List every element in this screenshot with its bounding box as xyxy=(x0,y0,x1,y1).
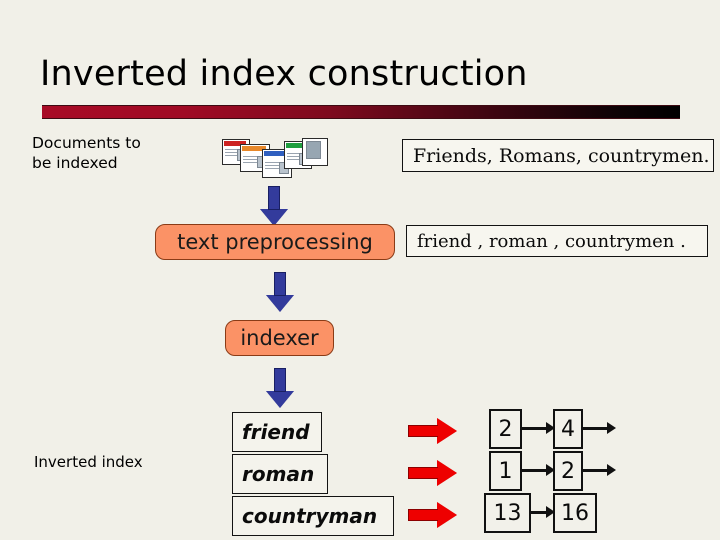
document-thumb xyxy=(306,141,321,159)
flow-arrow-to-index xyxy=(266,368,294,408)
documents-label: Documents to be indexed xyxy=(32,134,141,172)
posting-box[interactable]: 13 xyxy=(484,493,531,533)
stage-indexer[interactable]: indexer xyxy=(225,320,334,356)
inverted-index-label: Inverted index xyxy=(34,453,143,471)
flow-arrow-to-indexer xyxy=(266,272,294,312)
posting-link xyxy=(522,427,548,430)
tokenized-text-box: friend , roman , countrymen . xyxy=(406,225,708,257)
document-band xyxy=(264,151,286,156)
stage-text-preprocessing[interactable]: text preprocessing xyxy=(155,224,395,260)
document-band xyxy=(286,143,303,148)
dictionary-term-box[interactable]: roman xyxy=(232,454,328,494)
slide-canvas: Inverted index construction Documents to… xyxy=(0,0,720,540)
posting-tail-head-icon xyxy=(607,464,616,476)
posting-tail-link xyxy=(583,469,609,472)
document-stack-icon xyxy=(222,138,330,182)
posting-tail-link xyxy=(583,427,609,430)
document-page xyxy=(302,138,328,166)
flow-arrow-to-preprocessing xyxy=(260,186,288,226)
posting-box[interactable]: 16 xyxy=(553,493,597,533)
dictionary-term-box[interactable]: countryman xyxy=(232,496,394,536)
postings-pointer-arrow xyxy=(408,460,458,486)
dictionary-term-box[interactable]: friend xyxy=(232,412,322,452)
title-divider-bar xyxy=(42,105,680,119)
postings-pointer-arrow xyxy=(408,418,458,444)
posting-box[interactable]: 2 xyxy=(553,451,583,491)
posting-box[interactable]: 1 xyxy=(489,451,522,491)
posting-box[interactable]: 2 xyxy=(489,409,522,449)
page-title: Inverted index construction xyxy=(40,54,528,94)
posting-tail-head-icon xyxy=(607,422,616,434)
postings-pointer-arrow xyxy=(408,502,458,528)
original-text-box: Friends, Romans, countrymen. xyxy=(402,139,714,172)
posting-link xyxy=(522,469,548,472)
posting-box[interactable]: 4 xyxy=(553,409,583,449)
